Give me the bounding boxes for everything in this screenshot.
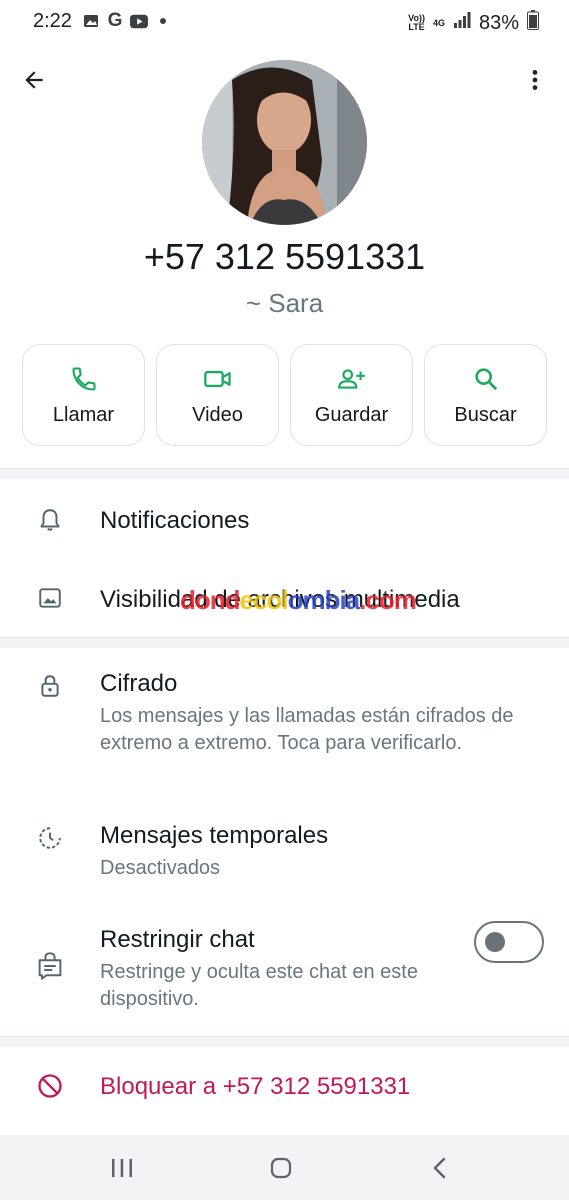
video-button[interactable]: Video (156, 344, 279, 446)
search-button[interactable]: Buscar (424, 344, 547, 446)
watermark-part: .com (359, 585, 417, 615)
battery-icon (527, 10, 539, 36)
more-options-button[interactable] (519, 64, 551, 96)
block-contact-label: Bloquear a +57 312 5591331 (100, 1073, 411, 1100)
dot-icon (154, 12, 172, 30)
video-icon (203, 364, 233, 394)
battery-percent: 83% (478, 11, 519, 34)
google-icon: G (107, 10, 123, 31)
chat-lock-icon (36, 952, 64, 980)
image-icon (82, 12, 100, 30)
signal-icon (453, 11, 471, 35)
arrow-back-icon (25, 71, 43, 89)
block-icon (36, 1072, 64, 1100)
timer-icon (36, 824, 64, 852)
notifications-label: Notificaciones (100, 507, 250, 534)
phone-icon (69, 364, 99, 394)
contact-avatar[interactable] (202, 60, 367, 225)
encryption-row[interactable]: Cifrado Los mensajes y las llamadas está… (0, 650, 569, 790)
volte-indicator: Vo)) LTE (408, 13, 425, 32)
temporary-messages-row[interactable]: Mensajes temporales Desactivados (0, 806, 569, 896)
watermark-part: ecol (239, 585, 289, 615)
save-contact-button[interactable]: Guardar (290, 344, 413, 446)
contact-phone: +57 312 5591331 (143, 236, 426, 277)
section-divider (0, 468, 569, 479)
save-contact-label: Guardar (314, 403, 389, 426)
status-time: 2:22 (33, 10, 72, 32)
add-contact-icon (337, 364, 367, 394)
watermark-part: dond (180, 585, 241, 615)
home-icon (270, 1157, 292, 1179)
home-button[interactable] (266, 1153, 296, 1183)
notifications-row[interactable]: Notificaciones (0, 480, 569, 560)
section-divider (0, 637, 569, 648)
search-label: Buscar (454, 403, 517, 426)
chevron-left-icon (433, 1157, 446, 1179)
more-vert-icon (532, 70, 538, 90)
image-icon (36, 584, 64, 612)
search-icon (471, 364, 501, 394)
status-right: Vo)) LTE 4G 83% (408, 10, 539, 36)
recent-apps-icon (112, 1159, 132, 1177)
recent-apps-button[interactable] (107, 1153, 137, 1183)
temporary-messages-title: Mensajes temporales (100, 822, 329, 849)
restrict-chat-toggle[interactable] (474, 921, 544, 963)
system-nav-bar (0, 1135, 569, 1200)
call-label: Llamar (52, 403, 115, 426)
avatar-photo (202, 60, 367, 225)
youtube-icon (130, 12, 148, 30)
status-bar: 2:22 G Vo)) LTE 4G 83% (0, 0, 569, 44)
status-left-icons: G (82, 10, 172, 31)
block-contact-row[interactable]: Bloquear a +57 312 5591331 (0, 1048, 569, 1128)
action-buttons: Llamar Video Guardar Buscar (22, 344, 547, 446)
video-label: Video (192, 403, 243, 426)
encryption-subtitle: Los mensajes y las llamadas están cifrad… (100, 705, 514, 754)
section-divider (0, 1036, 569, 1047)
back-button[interactable] (18, 64, 50, 96)
contact-alias: ~ Sara (245, 288, 324, 318)
toggle-knob (485, 932, 505, 952)
restrict-chat-subtitle: Restringe y oculta este chat en este dis… (100, 961, 418, 1010)
restrict-chat-title: Restringir chat (100, 926, 255, 953)
call-button[interactable]: Llamar (22, 344, 145, 446)
watermark-part: ombia (287, 585, 361, 615)
temporary-messages-subtitle: Desactivados (100, 857, 221, 879)
nav-back-button[interactable] (425, 1153, 455, 1183)
encryption-title: Cifrado (100, 670, 178, 697)
bell-icon (36, 506, 64, 534)
lock-icon (36, 672, 64, 700)
watermark: dondecolombia.com (180, 585, 417, 616)
network-type: 4G (432, 17, 445, 28)
